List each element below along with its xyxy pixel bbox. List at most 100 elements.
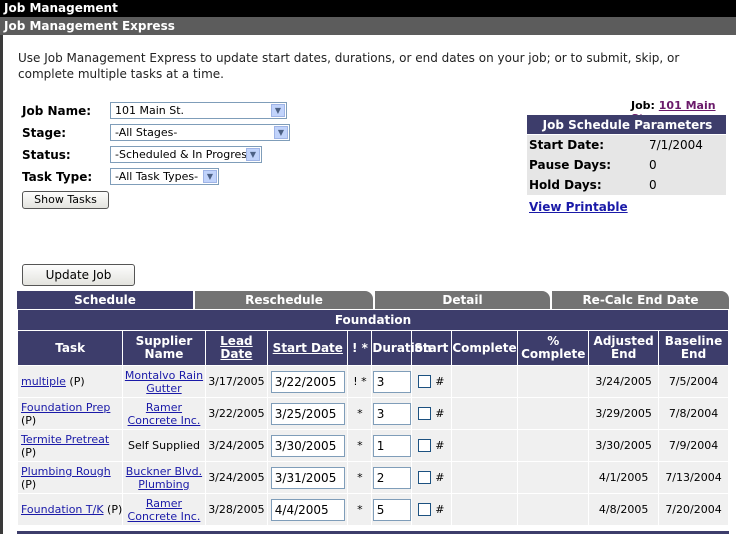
- supplier-link[interactable]: Ramer Concrete Inc.: [128, 497, 201, 523]
- task-link[interactable]: multiple: [21, 375, 66, 388]
- adjusted-end-cell: 3/24/2005: [588, 365, 660, 398]
- col-start: Start: [411, 330, 452, 366]
- col-task: Task: [16, 330, 124, 366]
- lead-date-cell: 3/28/2005: [204, 493, 269, 526]
- pct-complete-cell: [517, 461, 590, 494]
- start-date-cell: 4/4/2005: [267, 493, 349, 526]
- chevron-down-icon: ▼: [271, 104, 285, 117]
- tab-recalc-end-date[interactable]: Re-Calc End Date: [552, 291, 729, 309]
- start-checkbox[interactable]: [418, 407, 432, 421]
- param-value: 0: [647, 155, 726, 175]
- tab-detail[interactable]: Detail: [375, 291, 550, 309]
- task-type-label: Task Type:: [22, 170, 93, 184]
- start-date-input[interactable]: 3/30/2005: [270, 434, 345, 457]
- duration-input[interactable]: 2: [372, 466, 411, 489]
- task-type-select[interactable]: -All Task Types- ▼: [110, 168, 219, 185]
- status-value: -Scheduled & In Progress-: [115, 148, 257, 161]
- col-flags: ! *: [347, 330, 373, 366]
- duration-input[interactable]: 1: [372, 434, 411, 457]
- task-suffix: (P): [69, 375, 85, 388]
- start-checkbox[interactable]: [418, 439, 432, 453]
- task-type-value: -All Task Types-: [115, 170, 199, 183]
- intro-text: Use Job Management Express to update sta…: [18, 51, 680, 81]
- start-date-input[interactable]: 3/25/2005: [270, 402, 345, 425]
- status-select[interactable]: -Scheduled & In Progress- ▼: [110, 146, 262, 163]
- start-date-cell: 3/31/2005: [267, 461, 349, 494]
- start-date-input[interactable]: 3/31/2005: [270, 466, 345, 489]
- chevron-down-icon: ▼: [246, 148, 260, 161]
- col-start-date-label: Start Date: [272, 340, 343, 355]
- start-date-cell: 3/25/2005: [267, 397, 349, 430]
- supplier-link[interactable]: Buckner Blvd. Plumbing: [126, 465, 202, 491]
- start-cell: #: [411, 365, 452, 398]
- duration-input[interactable]: 3: [372, 370, 411, 393]
- supplier-link[interactable]: Ramer Concrete Inc.: [128, 401, 201, 427]
- duration-input[interactable]: 5: [372, 498, 411, 521]
- col-start-date[interactable]: Start Date: [267, 330, 349, 366]
- left-border: [0, 35, 3, 534]
- baseline-end-cell: 7/5/2004: [658, 365, 729, 398]
- chevron-down-icon: ▼: [274, 126, 288, 139]
- flags-cell: ! *: [347, 365, 373, 398]
- supplier-link[interactable]: Montalvo Rain Gutter: [125, 369, 203, 395]
- hash-marker: #: [435, 438, 445, 452]
- col-adjusted-end: Adjusted End: [588, 330, 660, 366]
- complete-cell: [450, 365, 519, 398]
- supplier-cell: Montalvo Rain Gutter: [122, 365, 206, 398]
- adjusted-end-cell: 4/8/2005: [588, 493, 660, 526]
- start-date-cell: 3/22/2005: [267, 365, 349, 398]
- view-printable-link[interactable]: View Printable: [529, 200, 628, 214]
- duration-cell: 3: [371, 397, 413, 430]
- col-lead-date[interactable]: Lead Date: [204, 330, 269, 366]
- start-checkbox[interactable]: [418, 503, 432, 517]
- start-date-input[interactable]: 4/4/2005: [270, 498, 345, 521]
- start-date-cell: 3/30/2005: [267, 429, 349, 462]
- job-info-label: Job:: [631, 99, 655, 112]
- pct-complete-cell: [517, 429, 590, 462]
- complete-cell: [450, 461, 519, 494]
- page-subtitle: Job Management Express: [0, 17, 736, 35]
- task-link[interactable]: Termite Pretreat: [21, 433, 109, 446]
- supplier-cell: Buckner Blvd. Plumbing: [122, 461, 206, 494]
- task-suffix: (P): [21, 413, 37, 427]
- duration-cell: 5: [371, 493, 413, 526]
- flags-cell: *: [347, 461, 373, 494]
- param-label: Start Date:: [527, 135, 647, 155]
- pct-complete-cell: [517, 493, 590, 526]
- table-row: Termite Pretreat (P) Self Supplied 3/24/20…: [16, 429, 729, 462]
- duration-cell: 3: [371, 365, 413, 398]
- tab-reschedule[interactable]: Reschedule: [195, 291, 373, 309]
- update-job-button[interactable]: Update Job: [22, 264, 135, 286]
- job-name-select[interactable]: 101 Main St. ▼: [110, 102, 287, 119]
- start-cell: #: [411, 493, 452, 526]
- stage-select[interactable]: -All Stages- ▼: [110, 124, 290, 141]
- lead-date-cell: 3/24/2005: [204, 429, 269, 462]
- chevron-down-icon: ▼: [203, 170, 217, 183]
- task-link[interactable]: Foundation Prep: [21, 401, 110, 414]
- tab-schedule[interactable]: Schedule: [17, 291, 193, 309]
- job-name-label: Job Name:: [22, 104, 92, 118]
- supplier-cell: Ramer Concrete Inc.: [122, 493, 206, 526]
- stage-value: -All Stages-: [115, 126, 178, 139]
- start-cell: #: [411, 429, 452, 462]
- task-link[interactable]: Plumbing Rough: [21, 465, 111, 478]
- lead-date-cell: 3/22/2005: [204, 397, 269, 430]
- section-title: Foundation: [17, 309, 729, 331]
- col-baseline-end: Baseline End: [658, 330, 729, 366]
- param-value: 0: [647, 175, 726, 195]
- task-cell: Termite Pretreat (P): [16, 429, 124, 462]
- window-title: Job Management: [0, 0, 736, 17]
- col-lead-date-label: Lead Date: [220, 334, 253, 361]
- task-link[interactable]: Foundation T/K: [21, 503, 104, 516]
- duration-input[interactable]: 3: [372, 402, 411, 425]
- col-duration: Duration: [371, 330, 432, 366]
- adjusted-end-cell: 4/1/2005: [588, 461, 660, 494]
- start-checkbox[interactable]: [418, 471, 432, 485]
- supplier-cell: Ramer Concrete Inc.: [122, 397, 206, 430]
- start-checkbox[interactable]: [418, 375, 432, 389]
- start-date-input[interactable]: 3/22/2005: [270, 370, 345, 393]
- status-label: Status:: [22, 148, 71, 162]
- supplier-text: Self Supplied: [127, 439, 200, 452]
- pct-complete-cell: [517, 365, 590, 398]
- show-tasks-button[interactable]: Show Tasks: [22, 191, 109, 209]
